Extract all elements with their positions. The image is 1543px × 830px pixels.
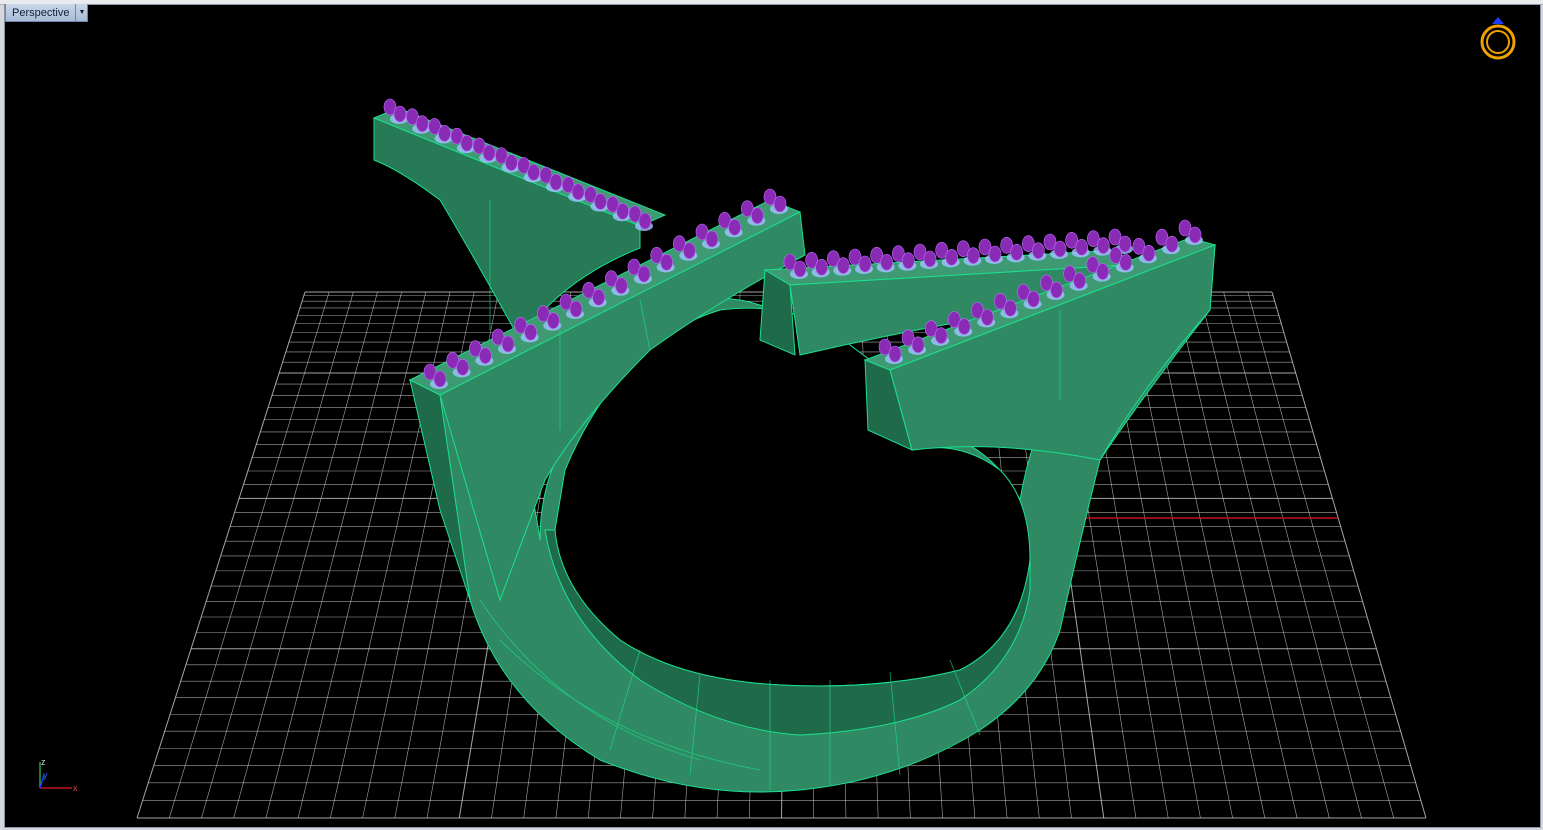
- gem-stone: [569, 300, 583, 318]
- gem-stone: [1075, 239, 1088, 256]
- gem-stone: [524, 324, 537, 341]
- gem-stone: [1188, 226, 1202, 244]
- axis-label-x: x: [73, 783, 78, 793]
- gem-stone: [957, 318, 971, 335]
- gem-stone: [616, 202, 630, 220]
- gem-stone: [1096, 263, 1109, 280]
- gem-stone: [1073, 272, 1086, 290]
- gem-stone: [438, 125, 451, 142]
- gem-stone: [592, 289, 605, 306]
- gem-stone: [415, 115, 429, 133]
- gem-stone: [615, 277, 628, 294]
- gem-stone: [637, 265, 651, 283]
- gem-stone: [594, 193, 607, 210]
- gem-stone: [751, 207, 764, 224]
- viewport-label[interactable]: Perspective: [5, 4, 77, 22]
- gem-stone: [773, 195, 787, 213]
- gem-stone: [1097, 237, 1110, 254]
- gem-stone: [1119, 254, 1133, 271]
- viewport-tab[interactable]: Perspective ▼: [5, 4, 89, 22]
- gem-stone: [638, 212, 652, 230]
- axis-label-z: z: [41, 757, 46, 767]
- gem-stone: [1027, 290, 1040, 308]
- gem-stone: [981, 309, 994, 326]
- gem-stone: [547, 312, 560, 329]
- gem-stone: [911, 336, 925, 354]
- chevron-down-icon[interactable]: ▼: [76, 4, 89, 22]
- gem-stone: [1032, 242, 1045, 259]
- gem-stone: [988, 245, 1002, 263]
- gem-stone: [479, 347, 492, 364]
- gem-stone: [501, 335, 515, 353]
- gem-stone: [549, 173, 563, 191]
- gem-stone: [1053, 240, 1067, 258]
- gem-stone: [527, 164, 540, 181]
- gem-stone: [1050, 281, 1063, 299]
- gem-stone: [1118, 235, 1132, 253]
- gem-stone: [683, 242, 696, 259]
- gem-stone: [837, 257, 850, 274]
- gem-stone: [728, 219, 741, 236]
- gem-stone: [1010, 244, 1023, 261]
- gem-stone: [571, 183, 585, 201]
- gem-stone: [1165, 235, 1179, 253]
- gem-stone: [815, 259, 828, 276]
- gem-stone: [858, 255, 872, 273]
- gem-stone: [433, 370, 447, 388]
- gem-stone: [1004, 299, 1017, 317]
- gem-stone: [945, 249, 958, 266]
- gem-stone: [456, 359, 469, 376]
- gem-stone: [888, 345, 902, 363]
- axis-label-y: y: [43, 770, 48, 780]
- gem-stone: [705, 230, 719, 248]
- gem-stone: [923, 250, 937, 268]
- gem-stone: [880, 254, 893, 271]
- gem-stone: [460, 134, 474, 152]
- viewport-canvas[interactable]: z y x: [0, 0, 1543, 830]
- gem-stone: [934, 327, 948, 344]
- gem-stone: [505, 154, 518, 171]
- gem-stone: [967, 247, 980, 264]
- gem-stone: [660, 254, 673, 271]
- gem-stone: [902, 252, 915, 269]
- gem-stone: [793, 260, 807, 278]
- gem-stone: [1142, 245, 1156, 262]
- gem-stone: [482, 144, 496, 162]
- gem-stone: [393, 105, 407, 123]
